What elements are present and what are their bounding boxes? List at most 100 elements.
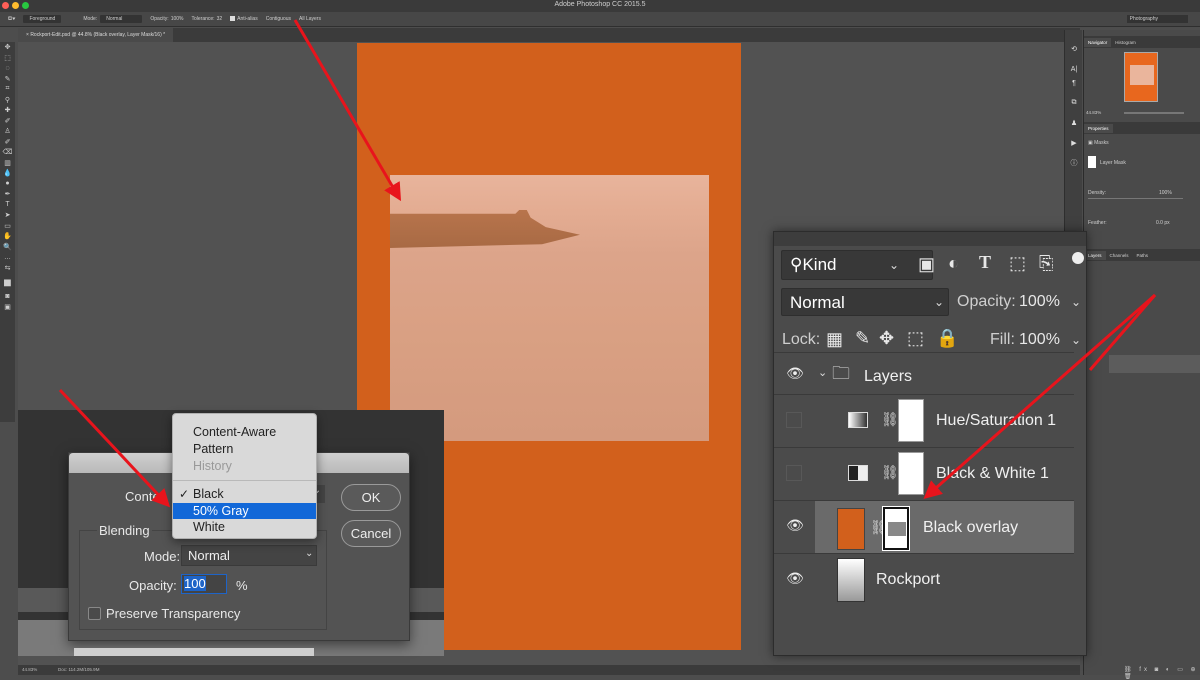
- blend-mode-select[interactable]: Normal: [781, 288, 949, 316]
- lock-transparent-pixels-icon[interactable]: ▦: [826, 329, 843, 350]
- lock-artboard-icon[interactable]: ⬚: [907, 328, 924, 349]
- menu-item-content-aware[interactable]: Content-Aware: [173, 424, 316, 440]
- tab-channels[interactable]: Channels: [1106, 251, 1133, 260]
- pixel-layer-filter-icon[interactable]: ▣: [918, 254, 935, 275]
- layer-row-hue-saturation[interactable]: ⛓ Hue/Saturation 1: [774, 394, 1074, 447]
- mode-select[interactable]: Normal: [100, 15, 143, 23]
- lasso-icon[interactable]: ◌: [0, 63, 15, 74]
- shape-icon[interactable]: ▭: [0, 221, 15, 232]
- layer-mask-thumbnail[interactable]: [898, 452, 924, 495]
- chain-link-icon[interactable]: ⛓: [881, 464, 899, 481]
- layer-name[interactable]: Black overlay: [923, 519, 1018, 537]
- move-icon[interactable]: ✥: [0, 42, 15, 53]
- quick-mask-icon[interactable]: ◙: [0, 291, 15, 302]
- character-icon[interactable]: A|: [1065, 62, 1083, 76]
- doc-size-readout[interactable]: Doc: 114.2M/105.9M: [58, 667, 99, 672]
- cancel-button[interactable]: Cancel: [341, 520, 401, 547]
- chevron-down-icon[interactable]: ⌄: [1071, 333, 1081, 347]
- paragraph-icon[interactable]: ¶: [1065, 76, 1083, 90]
- tab-navigator[interactable]: Navigator: [1084, 37, 1112, 47]
- adjustment-layer-filter-icon[interactable]: ◐: [948, 253, 959, 274]
- feather-value[interactable]: 0.0 px: [1156, 220, 1170, 226]
- chevron-down-icon[interactable]: ⌄: [818, 366, 827, 379]
- layer-name[interactable]: Black & White 1: [936, 465, 1049, 483]
- quick-select-icon[interactable]: ✎: [0, 74, 15, 85]
- visibility-eye-icon[interactable]: 👁: [786, 517, 804, 533]
- tolerance-value[interactable]: 32: [217, 16, 223, 22]
- layer-row-group[interactable]: 👁 ⌄ 🗀 Layers: [774, 352, 1074, 394]
- healing-brush-icon[interactable]: ✚: [0, 105, 15, 116]
- workspace-switcher[interactable]: Photography: [1126, 15, 1188, 23]
- layer-row-black-white[interactable]: ⛓ Black & White 1: [774, 447, 1074, 500]
- fill-value[interactable]: 100%: [1019, 331, 1060, 349]
- brush-icon[interactable]: ✐: [0, 116, 15, 127]
- layer-row-black-overlay[interactable]: 👁 ⛓ Black overlay: [774, 500, 1074, 554]
- density-value[interactable]: 100%: [1159, 190, 1172, 196]
- document-tab[interactable]: × Rockport-Edit.psd @ 44.8% (Black overl…: [18, 28, 174, 42]
- marquee-icon[interactable]: ⬚: [0, 53, 15, 64]
- fill-color-thumbnail[interactable]: [837, 508, 865, 550]
- history-brush-icon[interactable]: ✐: [0, 137, 15, 148]
- dodge-icon[interactable]: ●: [0, 179, 15, 190]
- anti-alias-checkbox[interactable]: Anti-alias: [230, 16, 258, 22]
- tab-layers[interactable]: Layers: [1084, 250, 1106, 260]
- navigator-thumbnail[interactable]: [1124, 52, 1158, 102]
- fill-source-select[interactable]: Foreground: [23, 15, 62, 23]
- small-selected-layer-row[interactable]: [1109, 355, 1200, 373]
- layer-name[interactable]: Hue/Saturation 1: [936, 412, 1056, 430]
- all-layers-checkbox[interactable]: All Layers: [299, 16, 321, 22]
- libraries-icon[interactable]: ⧉: [1065, 96, 1083, 110]
- opacity-value[interactable]: 100%: [171, 16, 184, 22]
- ok-button[interactable]: OK: [341, 484, 401, 511]
- smart-object-filter-icon[interactable]: ⎘: [1039, 253, 1053, 274]
- visibility-eye-icon[interactable]: 👁: [786, 365, 804, 381]
- chevron-down-icon[interactable]: ⌄: [1071, 295, 1081, 309]
- visibility-toggle-off[interactable]: [786, 465, 802, 481]
- more-tools-icon[interactable]: …: [0, 252, 15, 263]
- screen-mode-icon[interactable]: ▣: [0, 302, 15, 313]
- history-icon[interactable]: ⟲: [1065, 42, 1083, 56]
- lock-position-icon[interactable]: ✥: [879, 328, 894, 349]
- color-swatches-icon[interactable]: ■: [0, 273, 15, 291]
- tab-paths[interactable]: Paths: [1133, 251, 1153, 260]
- navigator-zoom[interactable]: 44.83%: [1086, 110, 1101, 115]
- blend-mode-select[interactable]: Normal: [181, 545, 317, 566]
- paint-bucket-icon[interactable]: ⛾▾: [8, 16, 15, 23]
- menu-item-white[interactable]: White: [173, 519, 316, 535]
- eraser-icon[interactable]: ⌫: [0, 147, 15, 158]
- visibility-toggle-off[interactable]: [786, 412, 802, 428]
- eyedropper-icon[interactable]: ⚲: [0, 95, 15, 106]
- layers-footer-icons[interactable]: ⛓ fx ◙ ◐ ▭ ⊕ 🗑: [1124, 666, 1200, 680]
- layer-name[interactable]: Rockport: [876, 571, 940, 589]
- menu-item-pattern[interactable]: Pattern: [173, 441, 316, 457]
- filter-toggle[interactable]: [1072, 252, 1084, 264]
- menu-item-50-gray[interactable]: 50% Gray: [173, 503, 316, 519]
- visibility-eye-icon[interactable]: 👁: [786, 570, 804, 586]
- shape-layer-filter-icon[interactable]: ⬚: [1009, 253, 1026, 274]
- zoom-icon[interactable]: 🔍: [0, 242, 15, 253]
- type-layer-filter-icon[interactable]: T: [979, 252, 991, 273]
- lock-all-icon[interactable]: 🔒: [936, 328, 958, 349]
- hand-icon[interactable]: ✋: [0, 231, 15, 242]
- pen-icon[interactable]: ✒: [0, 189, 15, 200]
- clone-stamp-icon[interactable]: ♙: [0, 126, 15, 137]
- opacity-value[interactable]: 100%: [1019, 293, 1060, 311]
- lock-image-pixels-icon[interactable]: ✎: [855, 328, 870, 349]
- layer-mask-thumbnail-selected[interactable]: [882, 506, 910, 551]
- swap-colors-icon[interactable]: ⇆: [0, 263, 15, 274]
- path-select-icon[interactable]: ➤: [0, 210, 15, 221]
- filter-kind-select[interactable]: ⚲Kind: [781, 250, 933, 280]
- layer-row-rockport[interactable]: 👁 Rockport: [774, 553, 1074, 606]
- density-slider[interactable]: [1088, 198, 1183, 199]
- preserve-transparency-checkbox[interactable]: [88, 607, 101, 620]
- menu-item-black[interactable]: ✓ Black: [173, 486, 316, 502]
- chain-link-icon[interactable]: ⛓: [881, 411, 899, 428]
- gradient-icon[interactable]: ▥: [0, 158, 15, 169]
- smart-object-thumbnail[interactable]: [837, 558, 865, 602]
- info-icon[interactable]: ⓘ: [1065, 156, 1083, 170]
- layer-mask-thumbnail[interactable]: [898, 399, 924, 442]
- zoom-readout[interactable]: 44.83%: [22, 667, 37, 672]
- adjustments-icon[interactable]: ♟: [1065, 116, 1083, 130]
- blur-icon[interactable]: 💧: [0, 168, 15, 179]
- navigator-zoom-slider[interactable]: [1124, 112, 1184, 114]
